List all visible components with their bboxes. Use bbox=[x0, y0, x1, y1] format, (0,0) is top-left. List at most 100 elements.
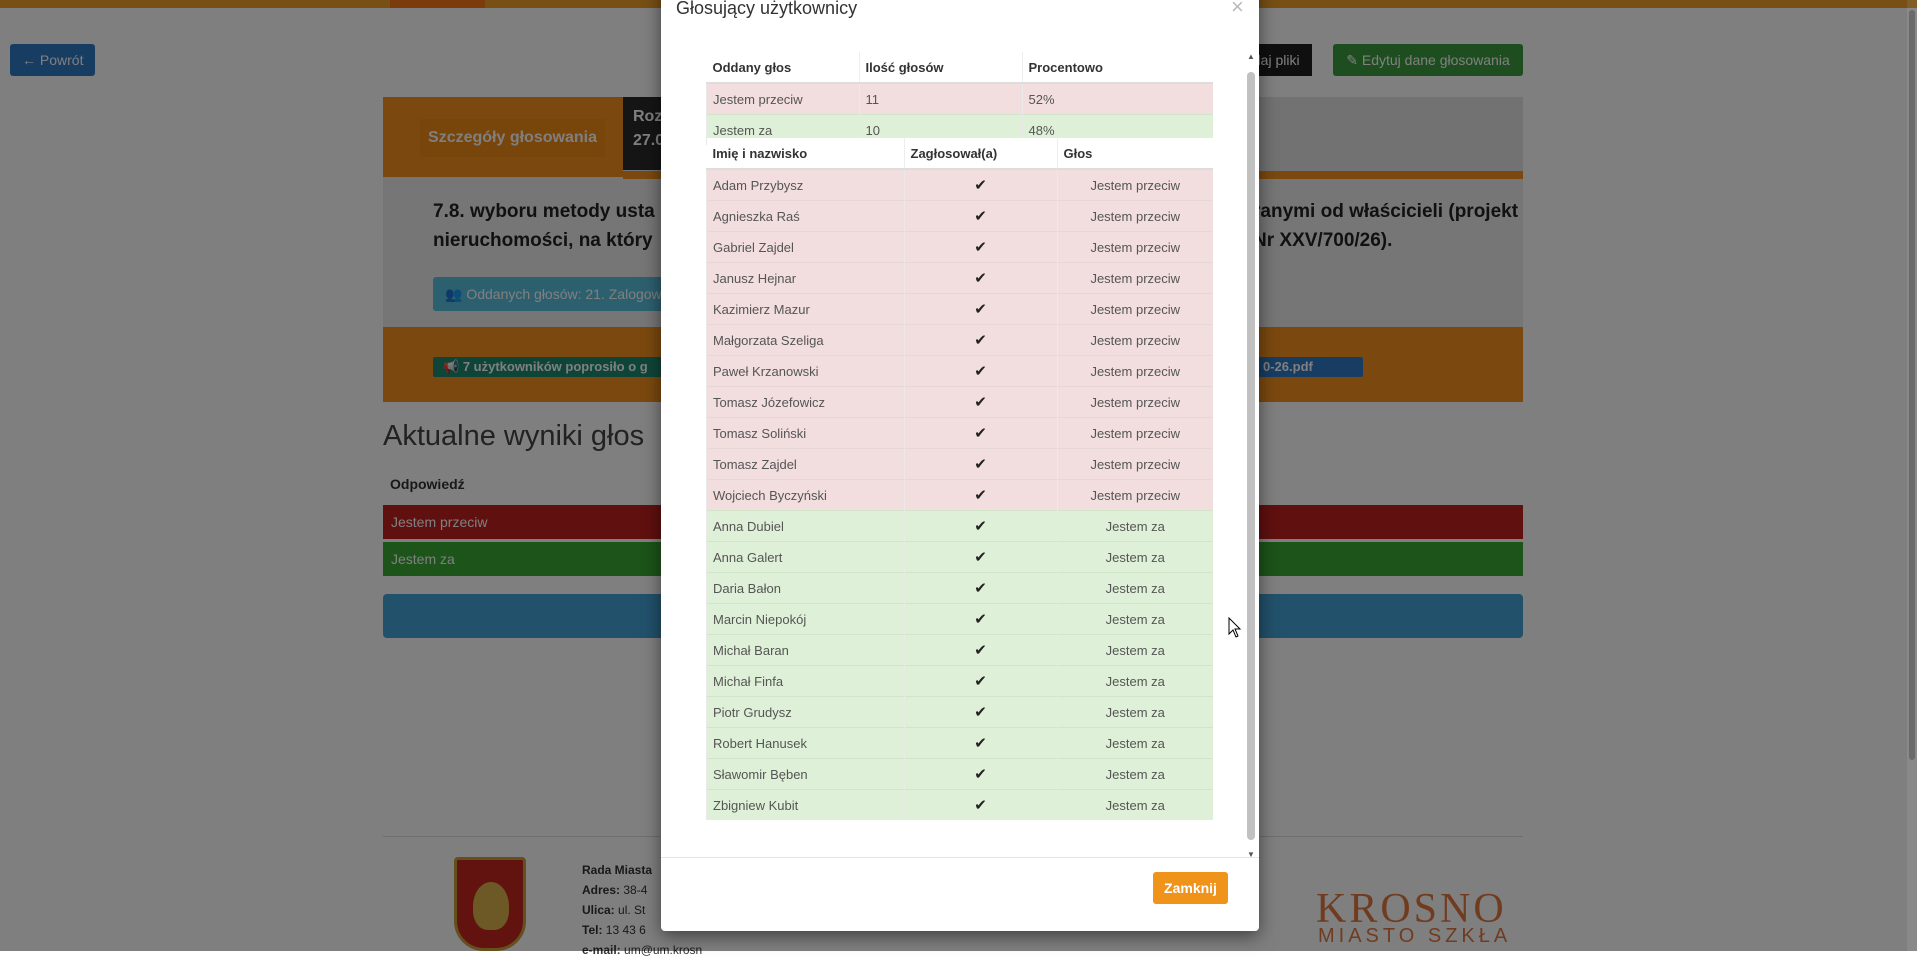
voter-name: Kazimierz Mazur bbox=[706, 293, 904, 325]
check-icon: ✔ bbox=[974, 425, 987, 442]
voter-voted: ✔ bbox=[903, 665, 1057, 697]
modal-title: Głosujący użytkownicy bbox=[676, 0, 858, 18]
summary-header-percent: Procentowo bbox=[1021, 52, 1213, 84]
voter-row: Janusz Hejnar ✔ Jestem przeciw bbox=[706, 262, 1213, 294]
page-scrollbar-thumb[interactable] bbox=[1909, 10, 1915, 760]
voters-table-body: Adam Przybysz ✔ Jestem przeciw Agnieszka Ra… bbox=[706, 168, 1213, 820]
voter-name: Michał Baran bbox=[706, 634, 904, 666]
voter-row: Robert Hanusek ✔ Jestem za bbox=[706, 727, 1213, 759]
modal-scrollbar[interactable]: ▲ ▼ bbox=[1245, 50, 1257, 864]
voter-vote: Jestem przeciw bbox=[1056, 324, 1213, 356]
summary-row-against: Jestem przeciw 11 52% bbox=[706, 82, 1213, 115]
voter-name: Tomasz Soliński bbox=[706, 417, 904, 449]
voter-vote: Jestem przeciw bbox=[1056, 448, 1213, 480]
voter-vote: Jestem przeciw bbox=[1056, 168, 1213, 201]
check-icon: ✔ bbox=[974, 487, 987, 504]
voter-name: Robert Hanusek bbox=[706, 727, 904, 759]
voter-name: Tomasz Józefowicz bbox=[706, 386, 904, 418]
check-icon: ✔ bbox=[974, 456, 987, 473]
voter-name: Adam Przybysz bbox=[706, 168, 904, 201]
voter-vote: Jestem przeciw bbox=[1056, 293, 1213, 325]
scroll-up-icon[interactable]: ▲ bbox=[1247, 52, 1255, 61]
voter-vote: Jestem przeciw bbox=[1056, 386, 1213, 418]
voter-voted: ✔ bbox=[903, 572, 1057, 604]
modal-body: Oddany głos Ilość głosów Procentowo Jest… bbox=[661, 50, 1259, 859]
voter-row: Anna Galert ✔ Jestem za bbox=[706, 541, 1213, 573]
voter-row: Sławomir Bęben ✔ Jestem za bbox=[706, 758, 1213, 790]
voter-row: Tomasz Józefowicz ✔ Jestem przeciw bbox=[706, 386, 1213, 418]
voter-name: Gabriel Zajdel bbox=[706, 231, 904, 263]
voter-vote: Jestem przeciw bbox=[1056, 417, 1213, 449]
summary-header-vote: Oddany głos bbox=[706, 52, 859, 84]
voter-name: Zbigniew Kubit bbox=[706, 789, 904, 820]
vote-summary-table: Oddany głos Ilość głosów Procentowo Jest… bbox=[706, 52, 1213, 145]
voter-voted: ✔ bbox=[903, 293, 1057, 325]
voter-voted: ✔ bbox=[903, 168, 1057, 201]
check-icon: ✔ bbox=[974, 766, 987, 783]
check-icon: ✔ bbox=[974, 518, 987, 535]
voter-name: Michał Finfa bbox=[706, 665, 904, 697]
voter-name: Paweł Krzanowski bbox=[706, 355, 904, 387]
voter-voted: ✔ bbox=[903, 510, 1057, 542]
voter-vote: Jestem za bbox=[1056, 541, 1213, 573]
voter-row: Michał Finfa ✔ Jestem za bbox=[706, 665, 1213, 697]
voter-row: Michał Baran ✔ Jestem za bbox=[706, 634, 1213, 666]
check-icon: ✔ bbox=[974, 270, 987, 287]
summary-percent: 52% bbox=[1021, 82, 1213, 115]
voters-table: Imię i nazwisko Zagłosował(a) Głos Adam … bbox=[706, 138, 1213, 820]
voter-name: Wojciech Byczyński bbox=[706, 479, 904, 511]
voter-vote: Jestem przeciw bbox=[1056, 200, 1213, 232]
voter-row: Anna Dubiel ✔ Jestem za bbox=[706, 510, 1213, 542]
check-icon: ✔ bbox=[974, 673, 987, 690]
voter-row: Piotr Grudysz ✔ Jestem za bbox=[706, 696, 1213, 728]
check-icon: ✔ bbox=[974, 208, 987, 225]
modal-scrollbar-thumb[interactable] bbox=[1247, 72, 1255, 840]
voter-voted: ✔ bbox=[903, 696, 1057, 728]
check-icon: ✔ bbox=[974, 239, 987, 256]
check-icon: ✔ bbox=[974, 363, 987, 380]
summary-header-count: Ilość głosów bbox=[858, 52, 1022, 84]
voter-name: Marcin Niepokój bbox=[706, 603, 904, 635]
voter-row: Zbigniew Kubit ✔ Jestem za bbox=[706, 789, 1213, 820]
voter-vote: Jestem za bbox=[1056, 758, 1213, 790]
voter-name: Małgorzata Szeliga bbox=[706, 324, 904, 356]
check-icon: ✔ bbox=[974, 704, 987, 721]
voter-voted: ✔ bbox=[903, 355, 1057, 387]
voter-vote: Jestem przeciw bbox=[1056, 479, 1213, 511]
voter-row: Agnieszka Raś ✔ Jestem przeciw bbox=[706, 200, 1213, 232]
summary-count: 11 bbox=[858, 82, 1022, 115]
voter-vote: Jestem za bbox=[1056, 727, 1213, 759]
voter-voted: ✔ bbox=[903, 417, 1057, 449]
voters-header-name: Imię i nazwisko bbox=[706, 138, 904, 170]
voter-name: Sławomir Bęben bbox=[706, 758, 904, 790]
check-icon: ✔ bbox=[974, 177, 987, 194]
voter-row: Paweł Krzanowski ✔ Jestem przeciw bbox=[706, 355, 1213, 387]
check-icon: ✔ bbox=[974, 580, 987, 597]
voter-name: Agnieszka Raś bbox=[706, 200, 904, 232]
close-button[interactable]: Zamknij bbox=[1153, 872, 1228, 904]
voter-voted: ✔ bbox=[903, 200, 1057, 232]
voter-name: Janusz Hejnar bbox=[706, 262, 904, 294]
voter-vote: Jestem za bbox=[1056, 696, 1213, 728]
check-icon: ✔ bbox=[974, 797, 987, 814]
voter-voted: ✔ bbox=[903, 727, 1057, 759]
voter-name: Piotr Grudysz bbox=[706, 696, 904, 728]
voter-voted: ✔ bbox=[903, 758, 1057, 790]
check-icon: ✔ bbox=[974, 301, 987, 318]
voter-vote: Jestem za bbox=[1056, 665, 1213, 697]
voter-name: Anna Dubiel bbox=[706, 510, 904, 542]
voter-name: Daria Bałon bbox=[706, 572, 904, 604]
voter-row: Adam Przybysz ✔ Jestem przeciw bbox=[706, 168, 1213, 201]
voter-voted: ✔ bbox=[903, 262, 1057, 294]
voter-voted: ✔ bbox=[903, 231, 1057, 263]
voter-name: Tomasz Zajdel bbox=[706, 448, 904, 480]
voter-voted: ✔ bbox=[903, 634, 1057, 666]
modal-close-icon[interactable]: × bbox=[1231, 0, 1244, 18]
voter-row: Tomasz Soliński ✔ Jestem przeciw bbox=[706, 417, 1213, 449]
voter-voted: ✔ bbox=[903, 541, 1057, 573]
check-icon: ✔ bbox=[974, 735, 987, 752]
voters-header-vote: Głos bbox=[1056, 138, 1213, 170]
voter-vote: Jestem za bbox=[1056, 603, 1213, 635]
voter-vote: Jestem za bbox=[1056, 634, 1213, 666]
voter-vote: Jestem za bbox=[1056, 510, 1213, 542]
